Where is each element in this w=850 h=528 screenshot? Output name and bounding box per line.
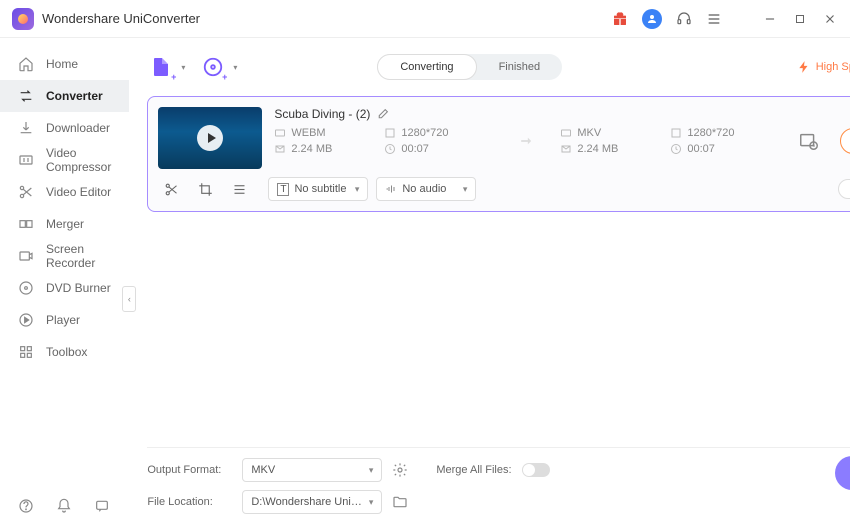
src-format: WEBM xyxy=(291,127,325,139)
trim-button[interactable] xyxy=(158,178,184,200)
dst-format: MKV xyxy=(577,127,601,139)
play-icon xyxy=(18,312,34,328)
sidebar-item-toolbox[interactable]: Toolbox xyxy=(0,336,129,368)
format-settings-icon[interactable] xyxy=(392,462,408,478)
sidebar-item-home[interactable]: Home xyxy=(0,48,129,80)
sidebar-item-label: Merger xyxy=(46,217,84,231)
file-location-label: File Location: xyxy=(147,496,232,508)
bolt-icon xyxy=(797,60,811,74)
hamburger-menu-icon[interactable] xyxy=(706,11,722,27)
sidebar-item-label: Toolbox xyxy=(46,345,87,359)
sidebar-item-label: Screen Recorder xyxy=(46,242,111,270)
file-title: Scuba Diving - (2) xyxy=(274,107,370,121)
card-toolbar: T No subtitle ▾ No audio ▾ Settings xyxy=(158,177,850,201)
minimize-icon[interactable] xyxy=(762,11,778,27)
sidebar-item-recorder[interactable]: Screen Recorder xyxy=(0,240,129,272)
content-area: +▾ +▾ Converting Finished High Speed Con… xyxy=(129,38,850,528)
gift-icon[interactable] xyxy=(612,11,628,27)
feedback-icon[interactable] xyxy=(94,498,110,514)
converter-icon xyxy=(18,88,34,104)
convert-button[interactable]: Convert xyxy=(840,128,850,154)
headset-icon[interactable] xyxy=(676,11,692,27)
sidebar-item-compressor[interactable]: Video Compressor xyxy=(0,144,129,176)
arrow-icon xyxy=(514,131,540,151)
titlebar-actions xyxy=(612,9,838,29)
sidebar-item-converter[interactable]: Converter xyxy=(0,80,129,112)
scissors-icon xyxy=(18,184,34,200)
home-icon xyxy=(18,56,34,72)
subtitle-select[interactable]: T No subtitle ▾ xyxy=(268,177,368,201)
download-icon xyxy=(18,120,34,136)
bell-icon[interactable] xyxy=(56,498,72,514)
output-format-value: MKV xyxy=(251,464,275,476)
sidebar-item-label: Downloader xyxy=(46,121,110,135)
open-folder-icon[interactable] xyxy=(392,494,408,510)
file-card: ✕ Scuba Diving - (2) WEBM 1280*720 2.2 xyxy=(147,96,850,212)
high-speed-conversion[interactable]: High Speed Conversion xyxy=(797,60,850,74)
video-thumbnail[interactable] xyxy=(158,107,262,169)
output-format-label: Output Format: xyxy=(147,464,232,476)
sidebar: Home Converter Downloader Video Compress… xyxy=(0,38,129,528)
tab-finished[interactable]: Finished xyxy=(477,54,563,80)
merge-icon xyxy=(18,216,34,232)
hsc-label: High Speed Conversion xyxy=(816,61,850,73)
app-logo xyxy=(12,8,34,30)
audio-select[interactable]: No audio ▾ xyxy=(376,177,476,201)
sidebar-item-label: Converter xyxy=(46,89,103,103)
close-icon[interactable] xyxy=(822,11,838,27)
file-settings-button[interactable]: Settings xyxy=(838,179,850,199)
maximize-icon[interactable] xyxy=(792,11,808,27)
dst-duration: 00:07 xyxy=(687,143,715,155)
sidebar-item-downloader[interactable]: Downloader xyxy=(0,112,129,144)
src-duration: 00:07 xyxy=(401,143,429,155)
sidebar-item-dvd[interactable]: DVD Burner xyxy=(0,272,129,304)
add-file-button[interactable]: +▾ xyxy=(147,53,175,81)
app-title: Wondershare UniConverter xyxy=(42,11,612,26)
tab-group: Converting Finished xyxy=(377,54,562,80)
footer: Output Format: MKV ▾ Merge All Files: Fi… xyxy=(147,447,850,514)
subtitle-icon: T xyxy=(277,183,289,196)
edit-title-icon[interactable] xyxy=(376,108,389,121)
effect-button[interactable] xyxy=(226,178,252,200)
audio-icon xyxy=(385,183,397,195)
add-dvd-button[interactable]: +▾ xyxy=(199,53,227,81)
sidebar-item-label: DVD Burner xyxy=(46,281,111,295)
sidebar-item-editor[interactable]: Video Editor xyxy=(0,176,129,208)
record-icon xyxy=(18,248,34,264)
toolbar: +▾ +▾ Converting Finished High Speed Con… xyxy=(147,48,850,86)
merge-toggle[interactable] xyxy=(522,463,550,477)
src-resolution: 1280*720 xyxy=(401,127,448,139)
tab-converting[interactable]: Converting xyxy=(377,54,476,80)
subtitle-value: No subtitle xyxy=(294,183,346,195)
crop-button[interactable] xyxy=(192,178,218,200)
sidebar-item-merger[interactable]: Merger xyxy=(0,208,129,240)
output-format-select[interactable]: MKV ▾ xyxy=(242,458,382,482)
merge-label: Merge All Files: xyxy=(436,464,511,476)
main-layout: Home Converter Downloader Video Compress… xyxy=(0,38,850,528)
sidebar-item-label: Home xyxy=(46,57,78,71)
disc-icon xyxy=(18,280,34,296)
sidebar-item-label: Player xyxy=(46,313,80,327)
src-size: 2.24 MB xyxy=(291,143,332,155)
sidebar-bottom xyxy=(0,498,129,514)
grid-icon xyxy=(18,344,34,360)
user-avatar[interactable] xyxy=(642,9,662,29)
audio-value: No audio xyxy=(402,183,446,195)
play-overlay-icon xyxy=(208,133,216,143)
dst-size: 2.24 MB xyxy=(577,143,618,155)
sidebar-item-player[interactable]: Player xyxy=(0,304,129,336)
compress-icon xyxy=(18,152,34,168)
output-settings-icon[interactable] xyxy=(798,130,820,152)
titlebar: Wondershare UniConverter xyxy=(0,0,850,38)
sidebar-item-label: Video Editor xyxy=(46,185,111,199)
dst-resolution: 1280*720 xyxy=(687,127,734,139)
file-list: ✕ Scuba Diving - (2) WEBM 1280*720 2.2 xyxy=(147,86,850,447)
target-info: MKV 1280*720 2.24 MB 00:07 xyxy=(560,127,780,155)
file-location-value: D:\Wondershare UniConverter xyxy=(251,496,363,508)
source-info: WEBM 1280*720 2.24 MB 00:07 xyxy=(274,127,494,155)
sidebar-item-label: Video Compressor xyxy=(46,146,111,174)
file-location-select[interactable]: D:\Wondershare UniConverter ▾ xyxy=(242,490,382,514)
help-icon[interactable] xyxy=(18,498,34,514)
